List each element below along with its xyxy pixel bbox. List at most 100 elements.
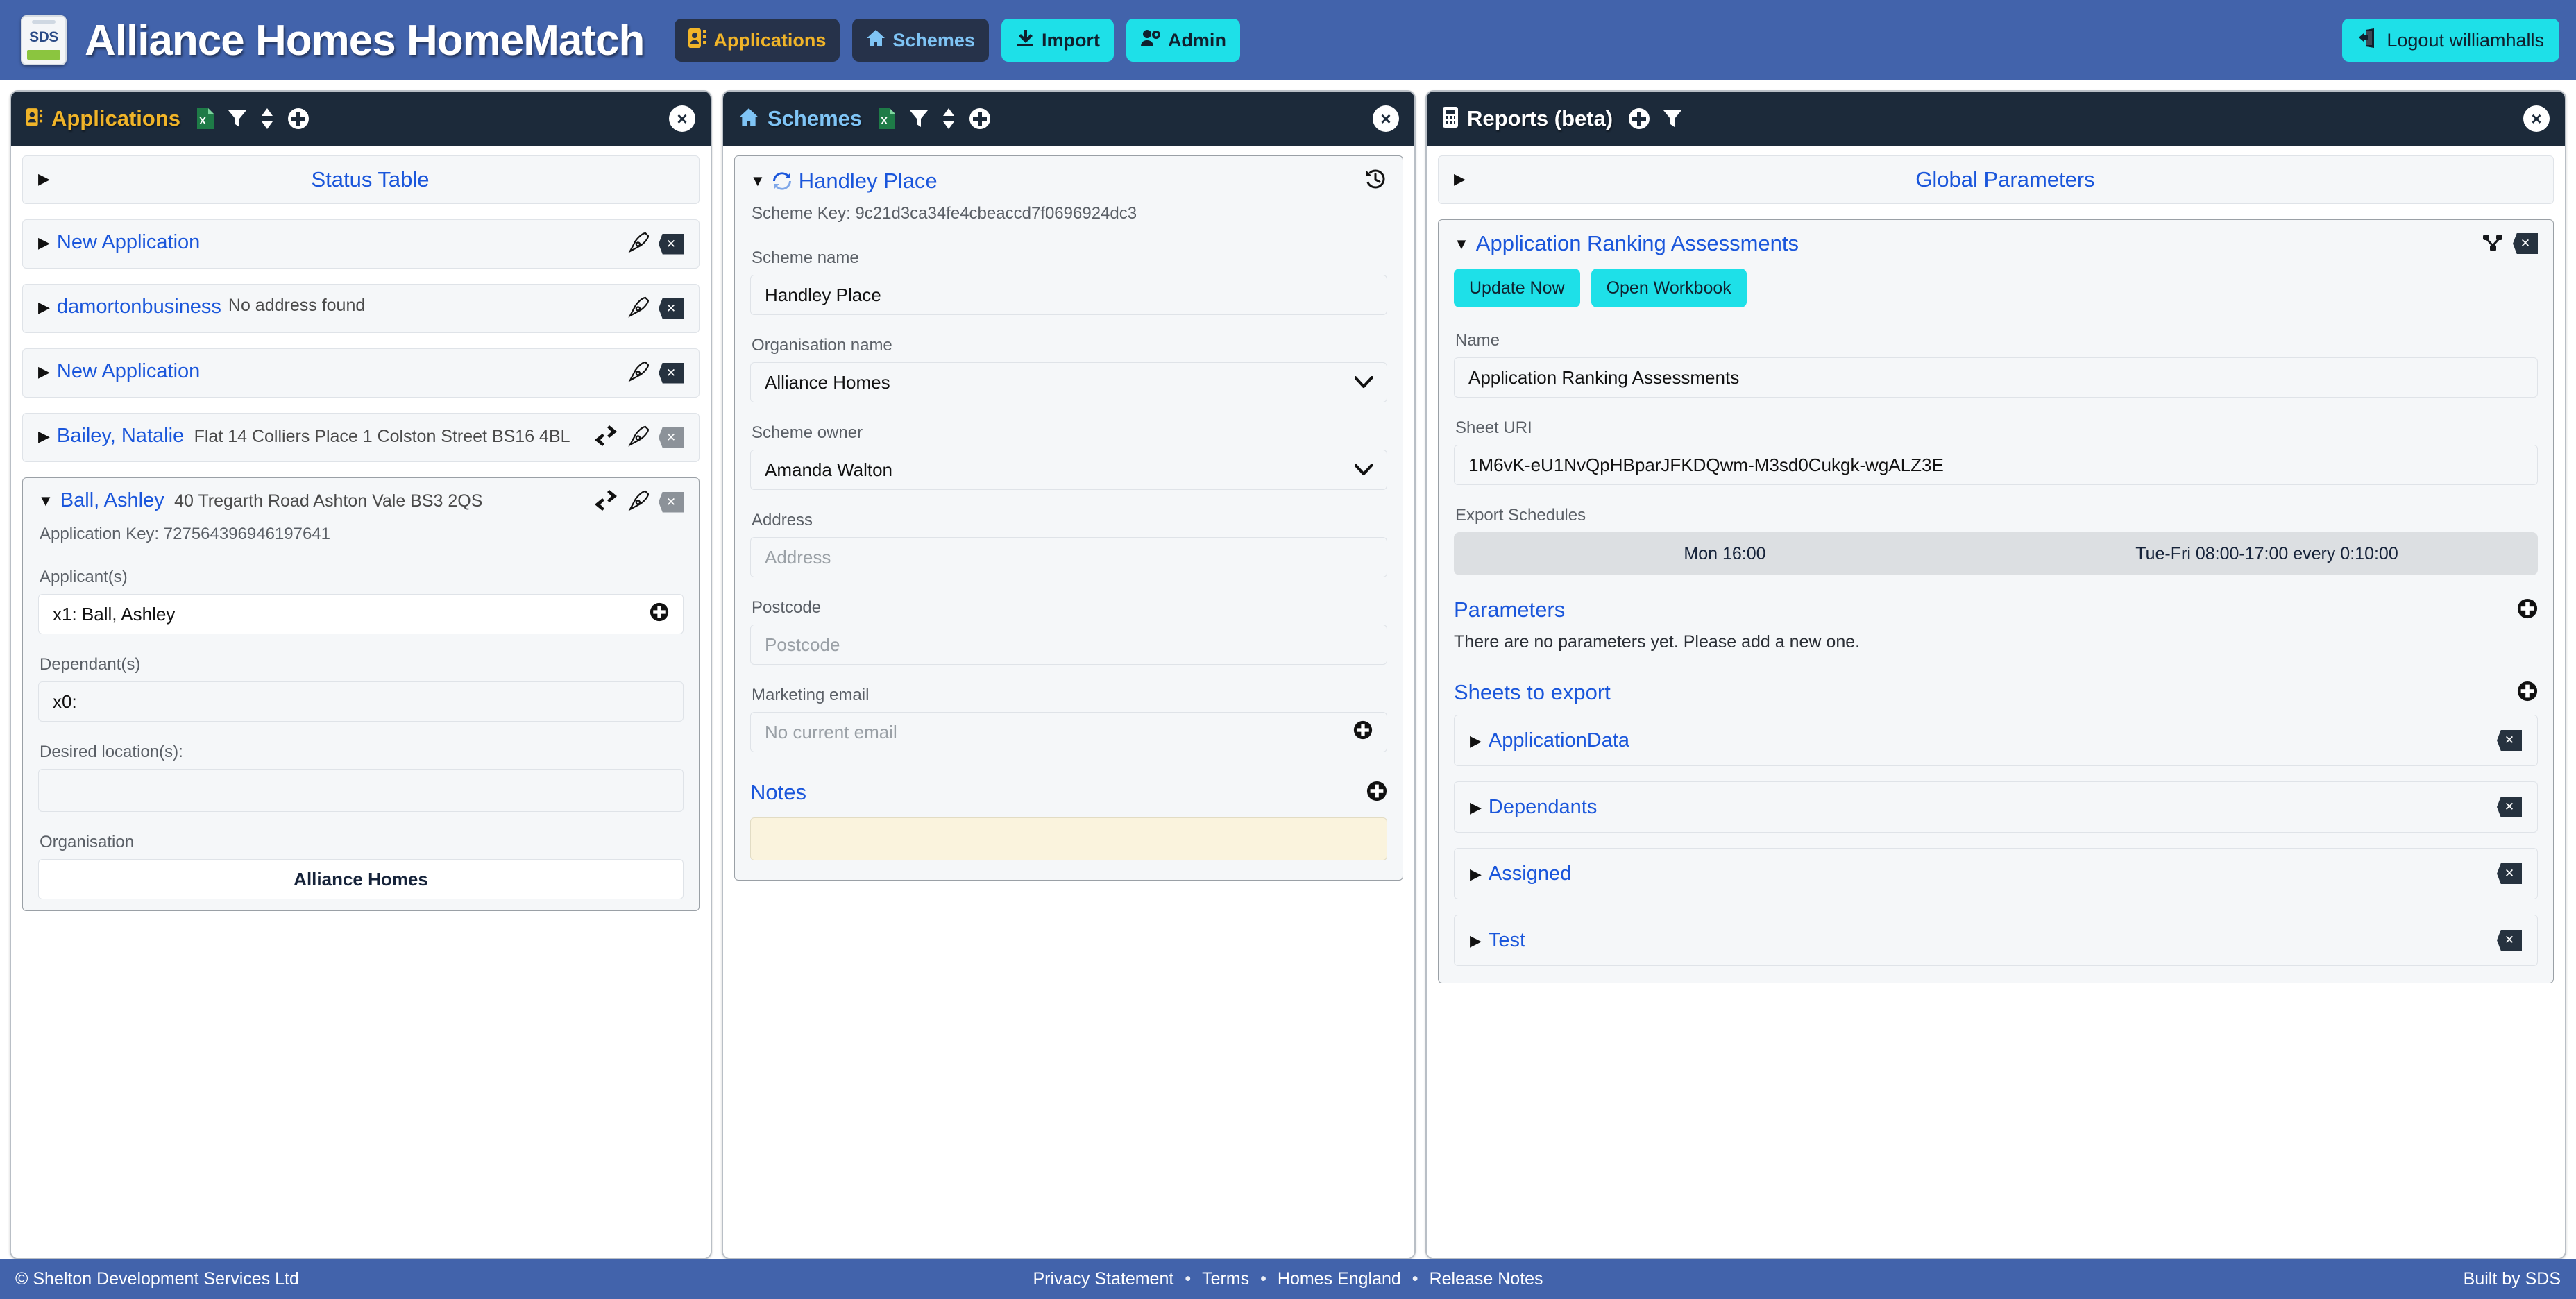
- add-icon[interactable]: [1628, 108, 1650, 130]
- share-icon[interactable]: [2482, 232, 2503, 256]
- status-table-row[interactable]: ▶ Status Table: [22, 155, 700, 204]
- organisation-name-select[interactable]: Alliance Homes: [750, 362, 1387, 402]
- sheets-to-export-label[interactable]: Sheets to export: [1454, 680, 1611, 705]
- add-sheet-icon[interactable]: [2517, 681, 2538, 705]
- footer-links: Privacy Statement • Terms • Homes Englan…: [1033, 1269, 1543, 1289]
- scheme-owner-select[interactable]: Amanda Walton: [750, 450, 1387, 490]
- chevron-down-icon[interactable]: ▼: [1454, 232, 1469, 255]
- schemes-close-button[interactable]: ×: [1373, 105, 1399, 132]
- sheet-list-item[interactable]: ▶ Assigned ✕: [1454, 848, 2538, 899]
- applications-close-button[interactable]: ×: [669, 105, 695, 132]
- pen-nib-icon[interactable]: [627, 425, 650, 450]
- application-title[interactable]: Bailey, Natalie: [57, 425, 184, 447]
- parameters-label[interactable]: Parameters: [1454, 597, 1565, 622]
- pen-nib-icon[interactable]: [627, 489, 650, 515]
- notes-field[interactable]: [750, 817, 1387, 860]
- dependants-field[interactable]: x0:: [38, 681, 684, 722]
- application-title[interactable]: New Application: [57, 231, 200, 254]
- chevron-right-icon[interactable]: ▶: [1470, 863, 1482, 885]
- footer-link-homes-england[interactable]: Homes England: [1278, 1269, 1401, 1289]
- footer-link-terms[interactable]: Terms: [1202, 1269, 1249, 1289]
- application-list-item[interactable]: ▶ Bailey, Natalie Flat 14 Colliers Place…: [22, 413, 700, 462]
- application-title[interactable]: damortonbusiness: [57, 296, 221, 319]
- chevron-right-icon[interactable]: ▶: [38, 360, 50, 383]
- application-list-item[interactable]: ▶ New Application ✕: [22, 219, 700, 269]
- organisation-field[interactable]: Alliance Homes: [38, 859, 684, 899]
- application-title[interactable]: Ball, Ashley: [60, 489, 164, 511]
- excel-export-icon[interactable]: X: [196, 108, 215, 130]
- pen-nib-icon[interactable]: [627, 231, 650, 257]
- postcode-input[interactable]: Postcode: [750, 625, 1387, 665]
- logout-button[interactable]: Logout williamhalls: [2342, 19, 2559, 62]
- open-workbook-button[interactable]: Open Workbook: [1591, 269, 1747, 307]
- delete-icon[interactable]: ✕: [659, 427, 684, 448]
- chevron-right-icon[interactable]: ▶: [38, 425, 50, 448]
- reports-close-button[interactable]: ×: [2523, 105, 2550, 132]
- swap-icon[interactable]: [595, 490, 617, 514]
- report-title[interactable]: Application Ranking Assessments: [1476, 231, 1799, 256]
- filter-icon[interactable]: [228, 108, 247, 129]
- nav-applications-button[interactable]: Applications: [675, 19, 840, 62]
- sheet-list-item[interactable]: ▶ ApplicationData ✕: [1454, 715, 2538, 766]
- application-title[interactable]: New Application: [57, 360, 200, 383]
- nav-admin-label: Admin: [1167, 29, 1226, 51]
- nav-schemes-button[interactable]: Schemes: [852, 19, 989, 62]
- update-now-button[interactable]: Update Now: [1454, 269, 1580, 307]
- sheet-uri-input[interactable]: 1M6vK-eU1NvQpHBparJFKDQwm-M3sd0Cukgk-wgA…: [1454, 445, 2538, 485]
- chevron-down-icon[interactable]: ▼: [750, 169, 765, 192]
- add-icon[interactable]: [287, 108, 310, 130]
- application-list-item[interactable]: ▶ New Application ✕: [22, 348, 700, 398]
- add-note-icon[interactable]: [1366, 781, 1387, 805]
- delete-icon[interactable]: ✕: [659, 362, 684, 384]
- delete-icon[interactable]: ✕: [2497, 930, 2522, 951]
- chevron-right-icon[interactable]: ▶: [1454, 167, 1466, 190]
- delete-icon[interactable]: ✕: [659, 298, 684, 319]
- footer-link-release-notes[interactable]: Release Notes: [1430, 1269, 1543, 1289]
- scheme-title[interactable]: Handley Place: [799, 169, 938, 194]
- sheet-list-item[interactable]: ▶ Dependants ✕: [1454, 781, 2538, 833]
- pen-nib-icon[interactable]: [627, 296, 650, 321]
- desired-locations-field[interactable]: [38, 769, 684, 812]
- delete-icon[interactable]: ✕: [659, 491, 684, 513]
- add-icon[interactable]: [969, 108, 991, 130]
- organisation-name-value: Alliance Homes: [765, 371, 890, 393]
- filter-icon[interactable]: [909, 108, 929, 129]
- chevron-right-icon[interactable]: ▶: [1470, 796, 1482, 819]
- export-schedules-bar[interactable]: Mon 16:00 Tue-Fri 08:00-17:00 every 0:10…: [1454, 532, 2538, 575]
- address-input[interactable]: Address: [750, 537, 1387, 577]
- footer-link-privacy[interactable]: Privacy Statement: [1033, 1269, 1173, 1289]
- marketing-email-input[interactable]: No current email: [750, 712, 1387, 752]
- swap-icon[interactable]: [595, 425, 617, 450]
- scheme-name-input[interactable]: Handley Place: [750, 275, 1387, 315]
- global-parameters-row[interactable]: ▶ Global Parameters: [1438, 155, 2554, 204]
- chevron-right-icon[interactable]: ▶: [38, 296, 50, 319]
- chevron-right-icon[interactable]: ▶: [38, 167, 50, 190]
- nav-import-button[interactable]: Import: [1001, 19, 1114, 62]
- add-applicant-icon[interactable]: [650, 602, 669, 627]
- delete-icon[interactable]: ✕: [659, 233, 684, 255]
- delete-icon[interactable]: ✕: [2497, 863, 2522, 884]
- chevron-right-icon[interactable]: ▶: [1470, 929, 1482, 952]
- nav-admin-button[interactable]: Admin: [1126, 19, 1240, 62]
- add-email-icon[interactable]: [1353, 720, 1373, 745]
- chevron-right-icon[interactable]: ▶: [1470, 729, 1482, 752]
- chevron-down-icon[interactable]: [1354, 459, 1373, 481]
- filter-icon[interactable]: [1663, 108, 1682, 129]
- add-parameter-icon[interactable]: [2517, 598, 2538, 622]
- history-icon[interactable]: [1364, 167, 1387, 194]
- chevron-down-icon[interactable]: [1354, 372, 1373, 393]
- delete-icon[interactable]: ✕: [2513, 233, 2538, 254]
- sheet-list-item[interactable]: ▶ Test ✕: [1454, 915, 2538, 966]
- chevron-down-icon[interactable]: ▼: [38, 489, 53, 512]
- sort-icon[interactable]: [260, 108, 275, 130]
- refresh-icon[interactable]: [772, 171, 792, 191]
- delete-icon[interactable]: ✕: [2497, 730, 2522, 751]
- delete-icon[interactable]: ✕: [2497, 797, 2522, 817]
- report-name-input[interactable]: Application Ranking Assessments: [1454, 357, 2538, 398]
- pen-nib-icon[interactable]: [627, 360, 650, 386]
- sort-icon[interactable]: [941, 108, 956, 130]
- excel-export-icon[interactable]: X: [877, 108, 897, 130]
- application-list-item[interactable]: ▶ damortonbusiness No address found ✕: [22, 284, 700, 333]
- applicants-field[interactable]: x1: Ball, Ashley: [38, 594, 684, 634]
- chevron-right-icon[interactable]: ▶: [38, 231, 50, 254]
